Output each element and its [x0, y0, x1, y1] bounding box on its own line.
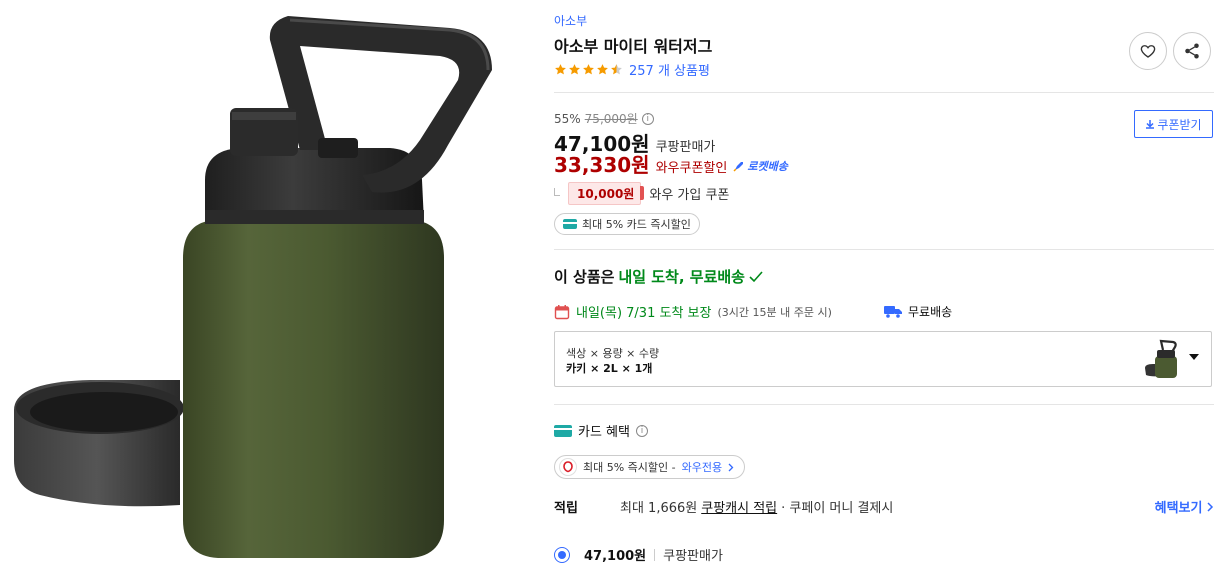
- rocket-delivery-badge: 로켓배송: [733, 158, 788, 174]
- wow-only-link: 와우전용: [681, 461, 723, 474]
- wow-price: 33,330원: [554, 153, 650, 177]
- option-labels: 색상 × 용량 × 수량: [566, 347, 660, 360]
- half-star-icon: [611, 64, 622, 75]
- seller-option-row[interactable]: 47,100원 쿠팡판매가: [554, 545, 723, 564]
- reward-amount: 최대 1,666원: [620, 501, 698, 516]
- arrival-note: (3시간 15분 내 주문 시): [717, 305, 832, 319]
- wow-coupon-row: 10,000원 와우 가입 쿠폰: [554, 182, 729, 205]
- checkmark-icon: [749, 270, 763, 282]
- rating-row: 257 개 상품평: [554, 60, 710, 79]
- option-values: 카키 × 2L × 1개: [566, 362, 653, 375]
- chevron-right-icon: [728, 463, 734, 471]
- reward-tail: · 쿠페이 머니 결제시: [781, 501, 894, 516]
- arrival-headline-prefix: 이 상품은: [554, 268, 615, 286]
- discount-row: 55% 75,000원 i: [554, 110, 654, 127]
- coupon-amount-tag: 10,000원: [568, 182, 645, 205]
- truck-icon: [884, 306, 902, 318]
- rocket-label: 로켓배송: [747, 160, 788, 173]
- card-discount-text: 최대 5% 카드 즉시할인: [582, 218, 691, 231]
- coupon-button-label: 쿠폰받기: [1157, 117, 1202, 132]
- divider: [554, 249, 1214, 250]
- reward-cash-link[interactable]: 쿠팡캐시 적립: [701, 497, 777, 516]
- original-price: 75,000원: [584, 112, 638, 126]
- discount-percent: 55%: [554, 111, 581, 126]
- download-icon: [1146, 120, 1155, 129]
- product-info-panel: 아소부 아소부 마이티 워터저그 257 개 상품평 55% 75,000원 i…: [554, 0, 1214, 568]
- rocket-icon: [733, 162, 744, 172]
- info-icon[interactable]: i: [641, 112, 654, 125]
- reward-text: 최대 1,666원 쿠팡캐시 적립 · 쿠페이 머니 결제시: [620, 497, 893, 516]
- product-title: 아소부 마이티 워터저그: [554, 37, 713, 56]
- benefit-view-label: 혜택보기: [1154, 501, 1203, 516]
- card-discount-pill[interactable]: 최대 5% 카드 즉시할인: [554, 213, 700, 235]
- reward-row: 적립 최대 1,666원 쿠팡캐시 적립 · 쿠페이 머니 결제시 혜택보기: [554, 497, 1214, 517]
- option-thumbnail: [1145, 339, 1177, 378]
- indent-corner: [554, 187, 560, 196]
- brand-link[interactable]: 아소부: [554, 12, 587, 29]
- coupon-download-button[interactable]: 쿠폰받기: [1134, 110, 1213, 138]
- option-selector[interactable]: 색상 × 용량 × 수량 카키 × 2L × 1개: [554, 331, 1212, 387]
- star-icon: [569, 64, 580, 75]
- calendar-icon: [554, 304, 570, 319]
- divider: [554, 404, 1214, 405]
- chevron-down-icon: [1189, 354, 1199, 360]
- card-brand-icon: [559, 458, 577, 476]
- info-icon[interactable]: i: [635, 424, 648, 437]
- star-icon: [597, 64, 608, 75]
- arrival-headline-highlight: 내일 도착, 무료배송: [618, 268, 745, 286]
- wishlist-button[interactable]: [1129, 32, 1167, 70]
- wow-price-label: 와우쿠폰할인: [655, 161, 728, 176]
- star-icon: [555, 64, 566, 75]
- star-icon: [583, 64, 594, 75]
- card-icon: [563, 219, 577, 229]
- heart-icon: [1140, 45, 1156, 58]
- free-shipping: 무료배송: [884, 303, 952, 320]
- benefit-view-link[interactable]: 혜택보기: [1155, 497, 1214, 516]
- free-shipping-label: 무료배송: [908, 305, 953, 319]
- arrival-guarantee-row: 내일(목) 7/31 도착 보장 (3시간 15분 내 주문 시): [554, 302, 832, 321]
- share-button[interactable]: [1173, 32, 1211, 70]
- divider: [654, 548, 656, 561]
- wow-discount-text: 최대 5% 즉시할인 -: [583, 461, 676, 474]
- product-image: [0, 0, 540, 568]
- arrival-date: 내일(목) 7/31 도착 보장: [576, 306, 712, 321]
- wow-price-row: 33,330원 와우쿠폰할인 로켓배송: [554, 149, 788, 178]
- star-rating: [554, 63, 623, 76]
- seller-name: 쿠팡판매가: [663, 549, 723, 564]
- divider: [554, 92, 1214, 93]
- chevron-right-icon: [1207, 502, 1214, 512]
- wow-card-discount-pill[interactable]: 최대 5% 즉시할인 - 와우전용: [554, 455, 746, 479]
- review-count-link[interactable]: 257 개 상품평: [629, 60, 710, 79]
- arrival-headline: 이 상품은 내일 도착, 무료배송: [554, 266, 763, 287]
- share-icon: [1185, 43, 1199, 59]
- seller-radio[interactable]: [554, 546, 570, 563]
- card-icon: [554, 424, 572, 437]
- card-benefit-title: 카드 혜택: [578, 425, 630, 440]
- reward-label: 적립: [554, 501, 578, 516]
- seller-price: 47,100원: [584, 549, 647, 564]
- card-benefit-heading: 카드 혜택 i: [554, 421, 648, 440]
- coupon-label: 와우 가입 쿠폰: [649, 188, 730, 203]
